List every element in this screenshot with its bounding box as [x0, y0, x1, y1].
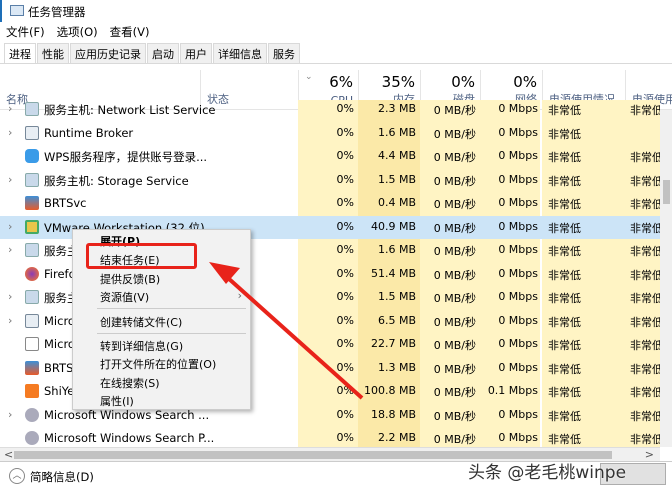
- arrow-shaft: [226, 276, 364, 400]
- red-arrow-annotation: [209, 262, 364, 400]
- arrow-head: [209, 262, 240, 284]
